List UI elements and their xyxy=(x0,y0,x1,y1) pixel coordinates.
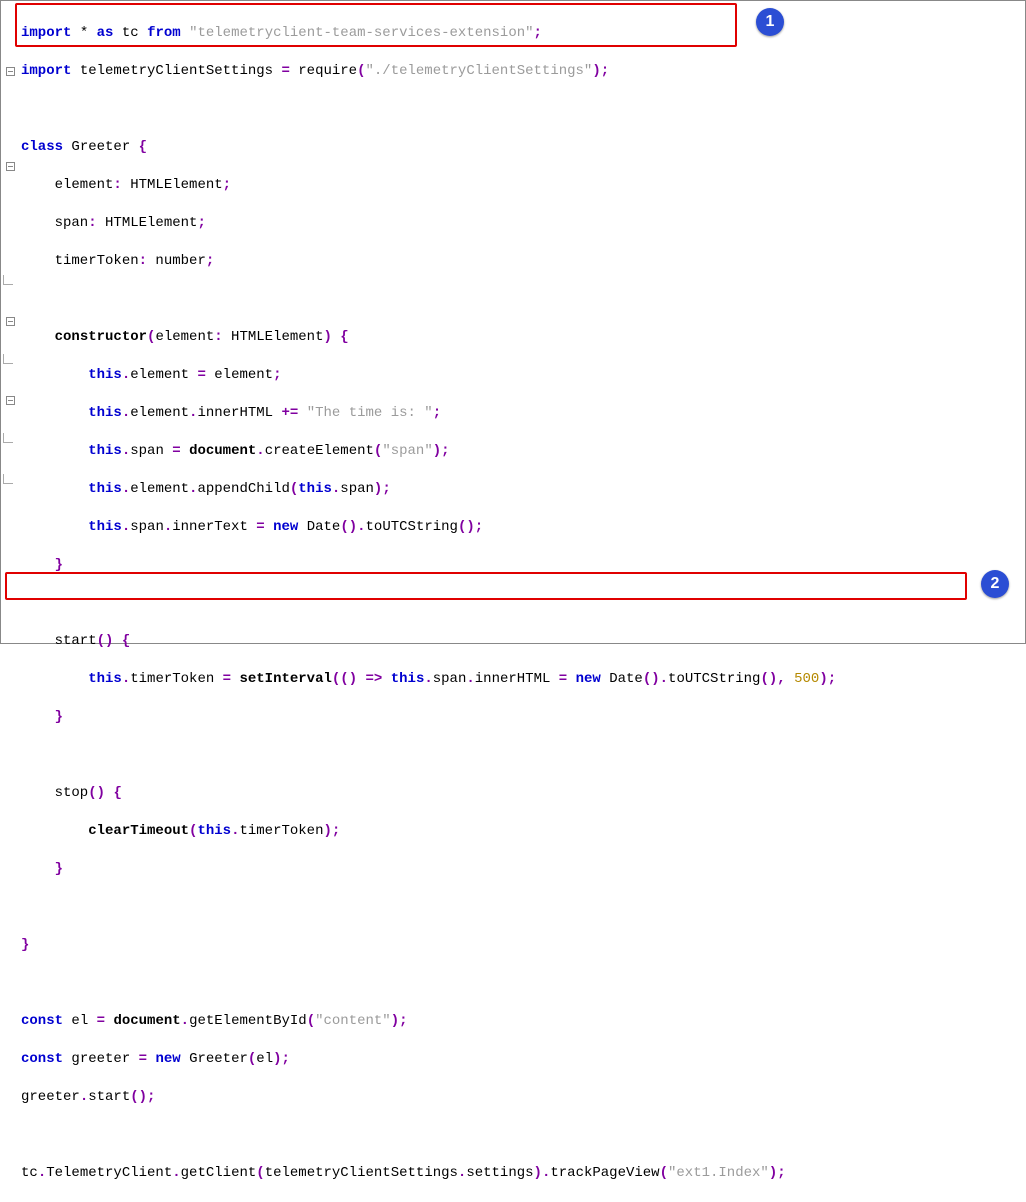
code-line: class Greeter { xyxy=(21,138,1025,157)
code-line: this.element.appendChild(this.span); xyxy=(21,480,1025,499)
code-line: this.timerToken = setInterval(() => this… xyxy=(21,670,1025,689)
code-line: start() { xyxy=(21,632,1025,651)
code-line: } xyxy=(21,708,1025,727)
code-line: } xyxy=(21,556,1025,575)
code-line: import telemetryClientSettings = require… xyxy=(21,62,1025,81)
code-line: import * as tc from "telemetryclient-tea… xyxy=(21,24,1025,43)
code-line: this.span.innerText = new Date().toUTCSt… xyxy=(21,518,1025,537)
code-line: span: HTMLElement; xyxy=(21,214,1025,233)
code-line: this.element = element; xyxy=(21,366,1025,385)
code-line: } xyxy=(21,860,1025,879)
callout-badge: 2 xyxy=(981,570,1009,598)
code-editor[interactable]: import * as tc from "telemetryclient-tea… xyxy=(1,1,1025,643)
code-line: } xyxy=(21,936,1025,955)
code-line: const greeter = new Greeter(el); xyxy=(21,1050,1025,1069)
code-line: greeter.start(); xyxy=(21,1088,1025,1107)
callout-badge: 1 xyxy=(756,8,784,36)
code-line: clearTimeout(this.timerToken); xyxy=(21,822,1025,841)
code-line: constructor(element: HTMLElement) { xyxy=(21,328,1025,347)
code-line: const el = document.getElementById("cont… xyxy=(21,1012,1025,1031)
code-line: element: HTMLElement; xyxy=(21,176,1025,195)
code-line: stop() { xyxy=(21,784,1025,803)
code-line: timerToken: number; xyxy=(21,252,1025,271)
code-line: tc.TelemetryClient.getClient(telemetryCl… xyxy=(21,1164,1025,1183)
code-line: this.element.innerHTML += "The time is: … xyxy=(21,404,1025,423)
code-line: this.span = document.createElement("span… xyxy=(21,442,1025,461)
